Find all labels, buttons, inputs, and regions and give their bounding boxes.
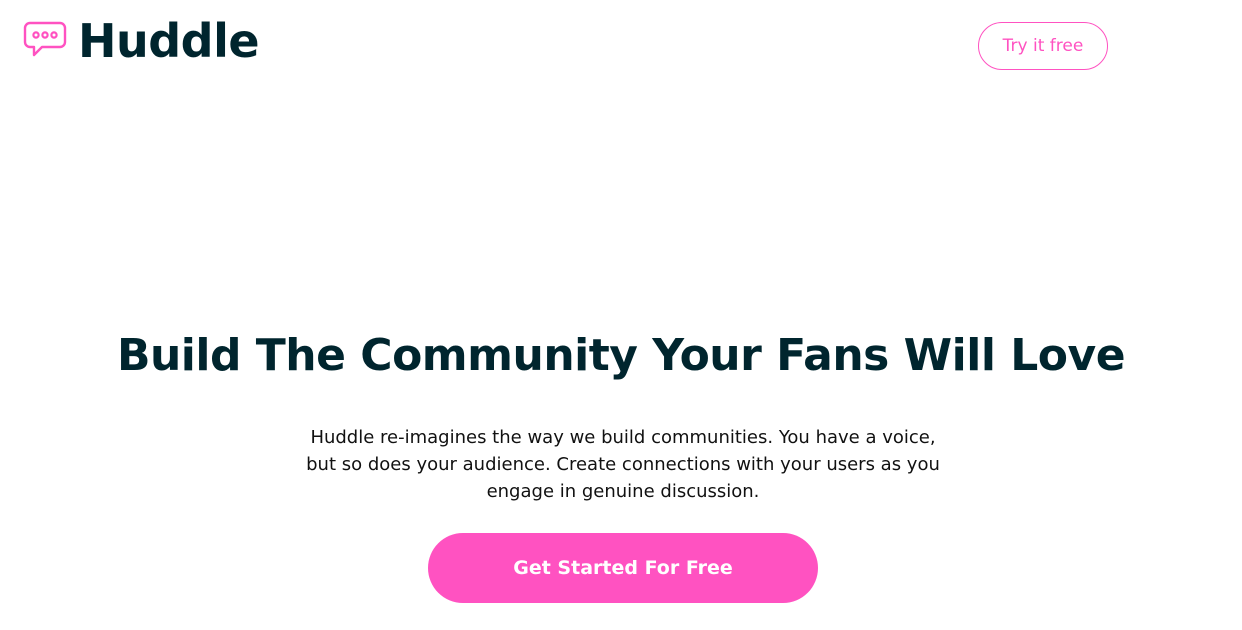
hero-headline: Build The Community Your Fans Will Love [116, 330, 1126, 381]
landing-page: Huddle Try it free Build The Community Y… [0, 0, 1242, 630]
hero-section: Build The Community Your Fans Will Love … [0, 0, 1242, 630]
hero-description: Huddle re-imagines the way we build comm… [306, 427, 940, 502]
get-started-button[interactable]: Get Started For Free [428, 533, 818, 603]
